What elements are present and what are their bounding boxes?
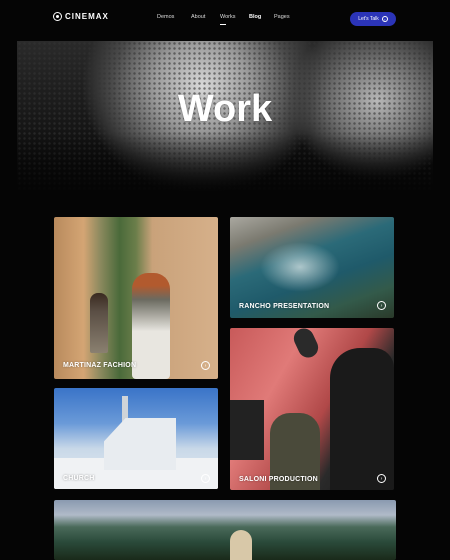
project-card-rancho[interactable]: RANCHO PRESENTATION › — [230, 217, 394, 318]
background-figure — [90, 293, 108, 353]
top-navigation: CINEMAX Demos About Works Blog Pages Let… — [0, 0, 450, 38]
project-title: RANCHO PRESENTATION — [239, 303, 330, 310]
lets-talk-button[interactable]: Let's Talk › — [350, 12, 396, 26]
nav-item-demos[interactable]: Demos — [157, 14, 174, 20]
arrow-circle-icon[interactable]: › — [201, 361, 210, 370]
active-indicator — [220, 24, 226, 25]
project-card-landscape[interactable] — [54, 500, 396, 560]
figure-head — [230, 530, 252, 560]
arrow-circle-icon: › — [381, 16, 388, 22]
logo[interactable]: CINEMAX — [53, 12, 109, 21]
nav-item-pages[interactable]: Pages — [274, 14, 290, 20]
logo-icon — [53, 12, 62, 21]
model-figure — [132, 273, 170, 379]
logo-text: CINEMAX — [65, 12, 109, 21]
project-title: MARTINAZ FACHION — [63, 362, 137, 369]
project-card-martinaz[interactable]: MARTINAZ FACHION › — [54, 217, 218, 379]
boom-mic-shape — [290, 328, 322, 361]
project-title: SALONI PRODUCTION — [239, 476, 318, 483]
nav-item-about[interactable]: About — [191, 14, 205, 20]
monitor-shape — [230, 400, 264, 460]
page-title: Work — [177, 88, 273, 130]
surf-foam — [260, 242, 340, 292]
church-shape — [104, 418, 176, 470]
project-card-church[interactable]: CHURCH › — [54, 388, 218, 489]
arrow-circle-icon[interactable]: › — [201, 474, 210, 483]
cta-label: Let's Talk — [358, 16, 379, 22]
camera-operator-figure — [330, 348, 394, 490]
project-title: CHURCH — [63, 475, 95, 482]
arrow-circle-icon[interactable]: › — [377, 301, 386, 310]
nav-item-works[interactable]: Works — [220, 14, 235, 20]
project-card-saloni[interactable]: SALONI PRODUCTION › — [230, 328, 394, 490]
arrow-circle-icon[interactable]: › — [377, 474, 386, 483]
nav-item-blog[interactable]: Blog — [249, 14, 261, 20]
